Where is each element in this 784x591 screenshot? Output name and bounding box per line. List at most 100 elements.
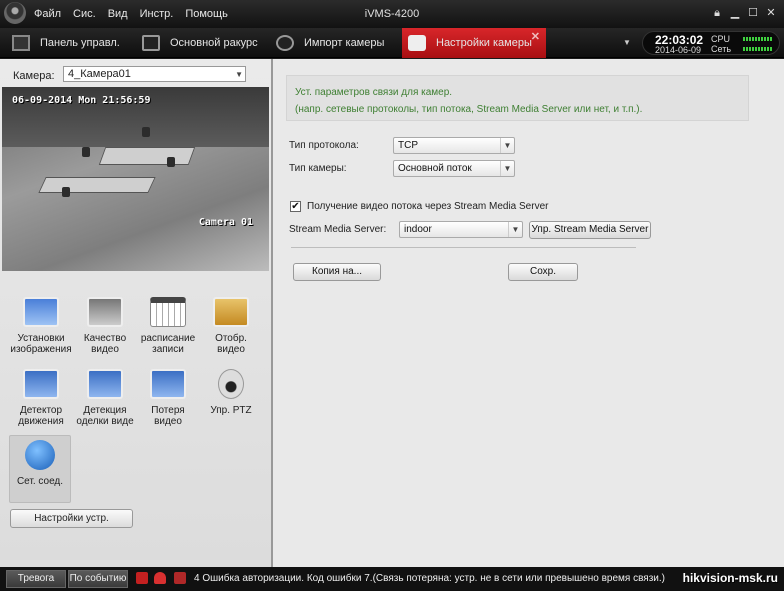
minimize-icon[interactable]: ▁ — [728, 6, 742, 20]
menu-tools[interactable]: Инстр. — [140, 8, 174, 20]
lock-icon[interactable]: 🔒︎ — [710, 6, 724, 20]
info-line-2: (напр. сетевые протоколы, тип потока, St… — [295, 104, 643, 115]
info-line-1: Уст. параметров связи для камер. — [295, 87, 453, 98]
protocol-select[interactable]: TCP ▼ — [393, 137, 515, 154]
video-quality-icon — [87, 297, 123, 327]
image-settings-button[interactable]: Установки изображения — [8, 297, 74, 355]
tab-dropdown-icon[interactable]: ▼ — [618, 28, 636, 58]
protocol-label: Тип протокола: — [289, 140, 359, 151]
icon-label: Потеря видео — [151, 405, 185, 427]
menu-file[interactable]: Файл — [34, 8, 61, 20]
menu-system[interactable]: Сис. — [73, 8, 96, 20]
net-label: Сеть — [711, 44, 732, 54]
title-bar: Файл Сис. Вид Инстр. Помощь iVMS-4200 🔒︎… — [0, 0, 784, 28]
app-logo-icon — [4, 2, 26, 24]
close-icon[interactable]: ✕ — [764, 6, 778, 20]
cpu-label: CPU — [711, 34, 731, 44]
tab-camera-import[interactable]: Импорт камеры — [276, 28, 400, 58]
tab-label: Импорт камеры — [304, 37, 385, 49]
record-schedule-icon — [150, 297, 186, 327]
scene-chair — [62, 187, 70, 197]
save-button[interactable]: Сохр. — [508, 263, 578, 281]
alarm-sound-icon[interactable] — [136, 572, 148, 584]
tab-label: Панель управл. — [40, 37, 120, 49]
scene-chair — [82, 147, 90, 157]
video-quality-button[interactable]: Качество видео — [76, 297, 134, 355]
network-icon — [25, 440, 55, 470]
camera-import-icon — [276, 35, 294, 51]
sms-checkbox-label: Получение видео потока через Stream Medi… — [307, 201, 549, 212]
image-settings-icon — [23, 297, 59, 327]
sms-label: Stream Media Server: — [289, 224, 387, 235]
scene-chair — [142, 127, 150, 137]
icon-label: Установки изображения — [10, 333, 72, 355]
stream-type-value: Основной поток — [398, 163, 472, 174]
tamper-detection-button[interactable]: Детекция оделки виде — [72, 369, 138, 427]
net-meter — [743, 47, 773, 51]
scene-desk — [38, 177, 156, 193]
video-display-button[interactable]: Отобр. видео — [202, 297, 260, 355]
chevron-down-icon: ▼ — [235, 70, 243, 79]
tab-label: Настройки камеры — [436, 37, 532, 49]
control-panel-icon — [12, 35, 30, 51]
tab-label: Основной ракурс — [170, 37, 258, 49]
icon-label: Отобр. видео — [215, 333, 247, 355]
icon-label: Качество видео — [83, 333, 127, 355]
ptz-button[interactable]: Упр. PTZ — [202, 369, 260, 416]
copy-to-button[interactable]: Копия на... — [293, 263, 381, 281]
sms-manage-button[interactable]: Упр. Stream Media Server — [529, 221, 651, 239]
menu-help[interactable]: Помощь — [185, 8, 228, 20]
divider — [291, 247, 636, 248]
camera-settings-icon — [408, 35, 426, 51]
icon-label: расписание записи — [140, 333, 196, 355]
stream-type-select[interactable]: Основной поток ▼ — [393, 160, 515, 177]
right-panel: Уст. параметров связи для камер. (напр. … — [273, 59, 784, 567]
video-loss-button[interactable]: Потеря видео — [138, 369, 198, 427]
tab-control-panel[interactable]: Панель управл. — [12, 28, 134, 58]
left-panel: Камера: 4_Камера01 ▼ 06-09-2014 Mon 21:5… — [0, 59, 273, 567]
tab-bar: Панель управл. Основной ракурс Импорт ка… — [0, 28, 784, 58]
protocol-value: TCP — [398, 140, 418, 151]
watermark: hikvision-msk.ru — [682, 571, 778, 585]
chevron-down-icon: ▼ — [500, 138, 514, 153]
ptz-icon — [218, 369, 244, 399]
camera-row: Камера: 4_Камера01 ▼ — [0, 63, 271, 85]
motion-detection-button[interactable]: Детектор движения — [8, 369, 74, 427]
camera-label: Камера: — [13, 70, 55, 82]
tab-close-icon[interactable]: ✕ — [531, 30, 540, 43]
window-controls: 🔒︎ ▁ ☐ ✕ — [710, 6, 778, 20]
status-widget: 22:03:02 2014-06-09 CPU Сеть — [642, 31, 780, 55]
menu-view[interactable]: Вид — [108, 8, 128, 20]
scene-desk — [98, 147, 196, 165]
camera-preview[interactable]: 06-09-2014 Mon 21:56:59 Camera 01 — [2, 87, 269, 271]
scene-chair — [167, 157, 175, 167]
status-message: 4 Ошибка авторизации. Код ошибки 7.(Связ… — [194, 573, 665, 584]
camera-select[interactable]: 4_Камера01 ▼ — [63, 66, 246, 82]
sms-value: indoor — [404, 224, 432, 235]
alarm-video-icon[interactable] — [174, 572, 186, 584]
osd-camera-name: Camera 01 — [198, 217, 253, 228]
motion-detection-icon — [23, 369, 59, 399]
maximize-icon[interactable]: ☐ — [746, 6, 760, 20]
clock-date: 2014-06-09 — [655, 45, 702, 55]
record-schedule-button[interactable]: расписание записи — [138, 297, 198, 355]
tab-camera-settings[interactable]: Настройки камеры ✕ — [402, 28, 546, 58]
sms-select[interactable]: indoor ▼ — [399, 221, 523, 238]
icon-label: Сет. соед. — [16, 476, 64, 487]
status-bar: Тревога По событию 4 Ошибка авторизации.… — [0, 567, 784, 591]
osd-timestamp: 06-09-2014 Mon 21:56:59 — [12, 95, 151, 106]
event-button[interactable]: По событию — [68, 570, 128, 588]
tamper-detection-icon — [87, 369, 123, 399]
alarm-button[interactable]: Тревога — [6, 570, 66, 588]
icon-label: Упр. PTZ — [210, 405, 252, 416]
camera-select-value: 4_Камера01 — [68, 68, 131, 80]
tab-main-view[interactable]: Основной ракурс — [142, 28, 268, 58]
network-button[interactable]: Сет. соед. — [9, 435, 71, 503]
sms-checkbox[interactable]: ✔ — [290, 201, 301, 212]
video-display-icon — [213, 297, 249, 327]
menu-bar: Файл Сис. Вид Инстр. Помощь — [34, 8, 228, 20]
device-settings-button[interactable]: Настройки устр. — [10, 509, 133, 528]
stream-type-label: Тип камеры: — [289, 163, 347, 174]
alarm-light-icon[interactable] — [154, 572, 166, 584]
monitor-icon — [142, 35, 160, 51]
